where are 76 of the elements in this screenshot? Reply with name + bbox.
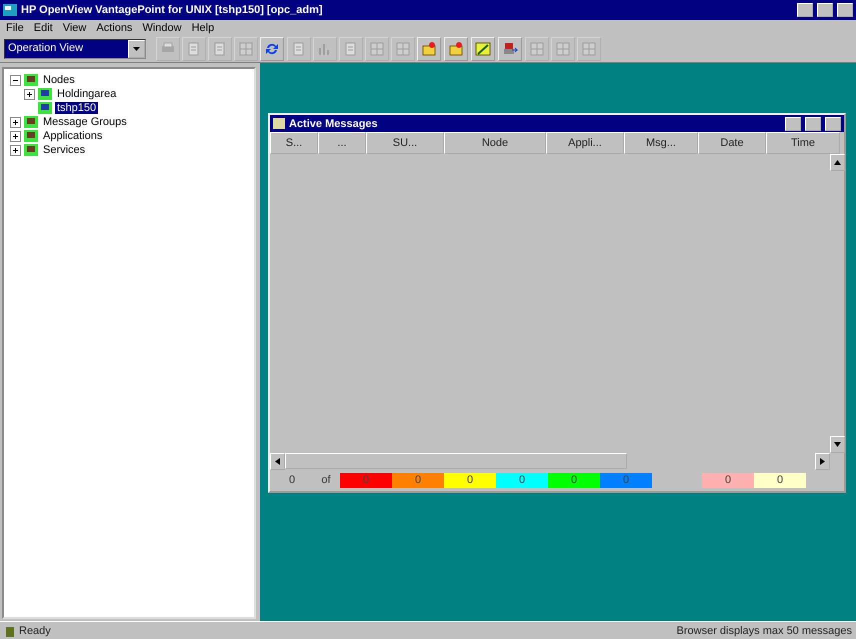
- left-arrow-icon: [274, 458, 281, 465]
- tree-node-icon: [24, 144, 38, 156]
- scrollbar-thumb[interactable]: [285, 453, 627, 469]
- window-title: Active Messages: [289, 118, 379, 130]
- window-title: HP OpenView VantagePoint for UNIX [tshp150] [opc_adm]: [21, 4, 324, 16]
- grid-icon: [237, 40, 255, 58]
- column-header[interactable]: ...: [318, 132, 366, 154]
- minimize-button[interactable]: [785, 116, 801, 130]
- column-header[interactable]: Time: [766, 132, 840, 154]
- right-arrow-icon: [819, 458, 826, 465]
- folder-icon: [420, 40, 438, 58]
- tree-item[interactable]: Message Groups: [41, 116, 129, 128]
- of-label: of: [320, 474, 332, 486]
- close-button[interactable]: [825, 116, 841, 130]
- status-message: Browser displays max 50 messages: [676, 624, 852, 636]
- toolbar-button[interactable]: [417, 37, 441, 61]
- severity-count: 0: [548, 472, 600, 488]
- view-dropdown[interactable]: Operation View: [4, 39, 146, 59]
- severity-count: 0: [754, 472, 806, 488]
- tree-item[interactable]: tshp150: [55, 102, 98, 114]
- expand-toggle[interactable]: [10, 130, 21, 142]
- column-header[interactable]: Appli...: [546, 132, 624, 154]
- scroll-left-button[interactable]: [270, 453, 285, 470]
- toolbar-button[interactable]: [260, 37, 284, 61]
- menu-item[interactable]: Actions: [96, 22, 132, 34]
- up-arrow-icon: [834, 159, 841, 166]
- grid-icon: [394, 40, 412, 58]
- status-icon: [4, 624, 16, 636]
- maximize-button[interactable]: [805, 116, 821, 130]
- grid-icon: [528, 40, 546, 58]
- column-header[interactable]: SU...: [366, 132, 444, 154]
- menu-item[interactable]: Edit: [34, 22, 53, 34]
- tree-item[interactable]: Services: [41, 144, 88, 156]
- tree-node-icon: [38, 102, 52, 114]
- grid-icon: [580, 40, 598, 58]
- tool-icon: [474, 40, 492, 58]
- app-icon: [3, 4, 17, 16]
- severity-count: 0: [392, 472, 444, 488]
- column-header[interactable]: Msg...: [624, 132, 698, 154]
- collapse-toggle[interactable]: [10, 74, 21, 86]
- menu-item[interactable]: View: [62, 22, 86, 34]
- menu-item[interactable]: Window: [142, 22, 182, 34]
- folder-icon: [447, 40, 465, 58]
- message-count: 0: [288, 474, 296, 486]
- expand-toggle[interactable]: [10, 116, 21, 128]
- menu-item[interactable]: File: [6, 22, 24, 34]
- status-text: Ready: [19, 624, 52, 636]
- severity-count: 0: [702, 472, 754, 488]
- tree-item[interactable]: Nodes: [41, 74, 77, 86]
- tree-node-icon: [24, 116, 38, 128]
- severity-count: 0: [600, 472, 652, 488]
- severity-count: 0: [496, 472, 548, 488]
- expand-toggle[interactable]: [10, 144, 21, 156]
- tree-node-icon: [38, 88, 52, 100]
- column-header[interactable]: Date: [698, 132, 766, 154]
- toolbar-button[interactable]: [471, 37, 495, 61]
- tree-item[interactable]: Applications: [41, 130, 104, 142]
- toolbar-button[interactable]: [444, 37, 468, 61]
- severity-count: 0: [340, 472, 392, 488]
- column-header[interactable]: Node: [444, 132, 546, 154]
- window-icon: [273, 118, 285, 129]
- scroll-right-button[interactable]: [815, 453, 830, 470]
- scroll-up-button[interactable]: [830, 154, 845, 171]
- tree-node-icon: [24, 130, 38, 142]
- tree-node-icon: [24, 74, 38, 86]
- tree-item[interactable]: Holdingarea: [55, 88, 118, 100]
- grid-icon: [554, 40, 572, 58]
- scroll-down-button[interactable]: [830, 436, 845, 453]
- menu-item[interactable]: Help: [192, 22, 214, 34]
- severity-count: 0: [444, 472, 496, 488]
- column-header[interactable]: S...: [270, 132, 318, 154]
- toolbar-button[interactable]: [498, 37, 522, 61]
- caret-icon: [133, 47, 140, 51]
- expand-toggle[interactable]: [24, 88, 35, 100]
- grid-icon: [368, 40, 386, 58]
- down-arrow-icon: [834, 441, 841, 448]
